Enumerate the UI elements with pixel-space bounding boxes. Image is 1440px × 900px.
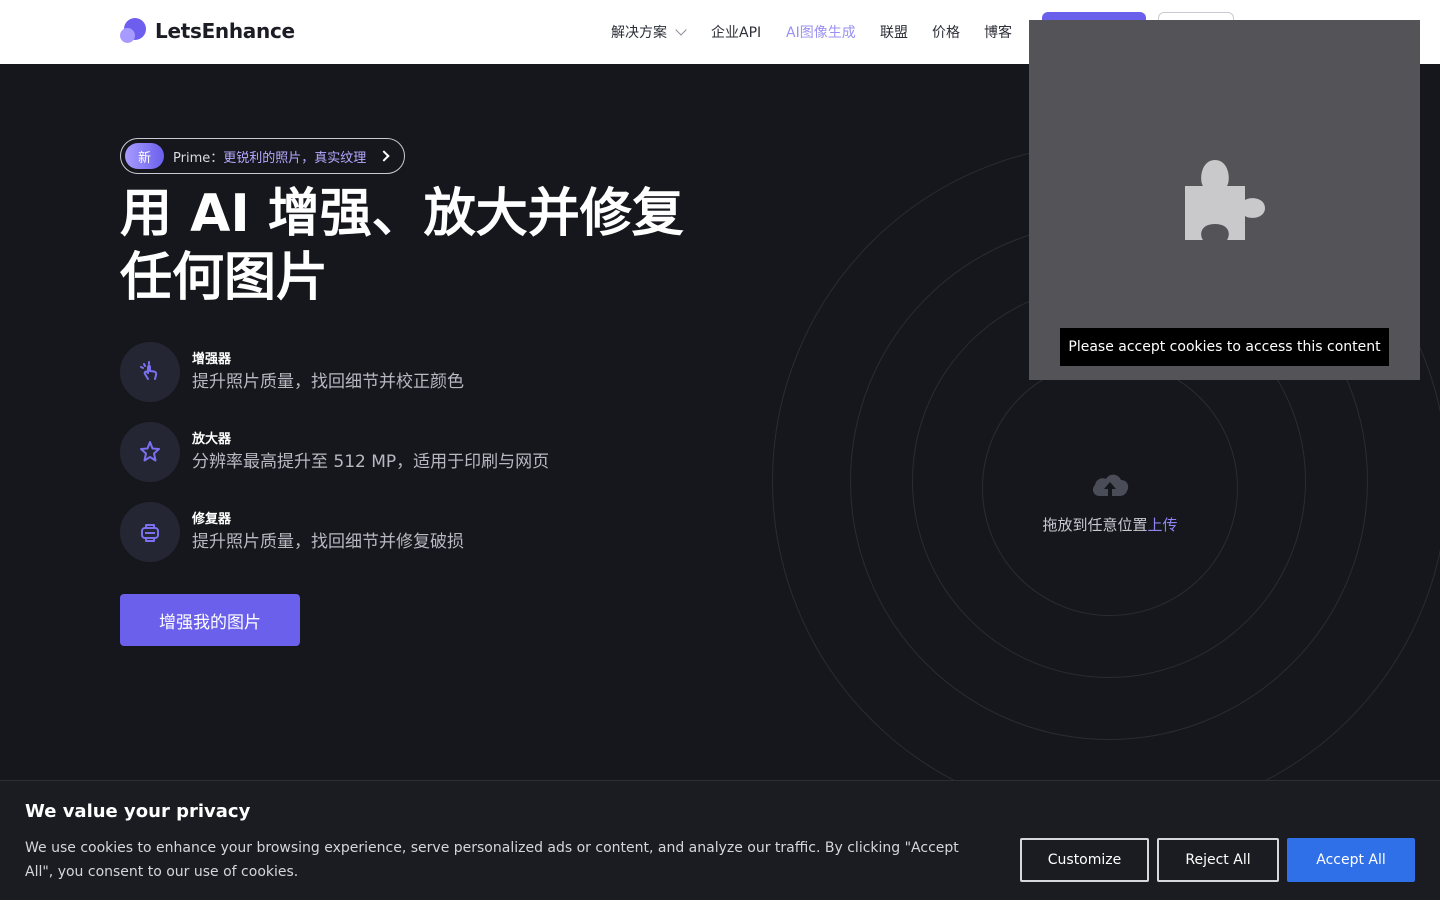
badge-prefix: Prime： — [173, 150, 224, 166]
hero-title-line2: 任何图片 — [120, 248, 329, 308]
feature-upscaler: 放大器 分辨率最高提升至 512 MP，适用于印刷与网页 — [120, 422, 720, 482]
feature-title: 放大器 — [192, 432, 232, 447]
feature-description: 分辨率最高提升至 512 MP，适用于印刷与网页 — [192, 452, 550, 472]
nav-item-affiliate[interactable]: 联盟 — [880, 22, 908, 42]
badge-message: 更锐利的照片，真实纹理 — [223, 150, 367, 166]
nav-item-ai-image-generation[interactable]: AI图像生成 — [786, 22, 856, 42]
feature-title: 修复器 — [192, 512, 232, 527]
accept-all-button[interactable]: Accept All — [1287, 838, 1415, 882]
privacy-title: We value your privacy — [25, 801, 251, 822]
upload-dropzone[interactable]: 拖放到任意位置上传 — [1010, 470, 1210, 535]
puzzle-icon — [1185, 160, 1265, 240]
tap-sparkle-icon — [120, 342, 180, 402]
new-pill: 新 — [125, 143, 164, 169]
prime-announcement-badge[interactable]: 新 Prime：更锐利的照片，真实纹理 — [120, 138, 405, 174]
feature-description: 提升照片质量，找回细节并校正颜色 — [192, 372, 464, 392]
logo-mark-icon — [120, 18, 146, 44]
feature-restorer: 修复器 提升照片质量，找回细节并修复破损 — [120, 502, 720, 562]
blocked-embed-placeholder: Please accept cookies to access this con… — [1029, 20, 1420, 380]
cookie-consent-banner: We value your privacy We use cookies to … — [0, 780, 1440, 900]
hero-title-line1: 用 AI 增强、放大并修复 — [120, 184, 684, 244]
upload-text: 拖放到任意位置上传 — [1010, 514, 1210, 535]
hero-title: 用 AI 增强、放大并修复 任何图片 — [120, 182, 740, 310]
customize-button[interactable]: Customize — [1020, 838, 1149, 882]
upload-hint: 拖放到任意位置 — [1042, 516, 1148, 534]
chevron-down-icon — [675, 24, 687, 36]
chevron-right-icon — [378, 150, 390, 162]
nav-item-pricing[interactable]: 价格 — [932, 22, 960, 42]
upload-link[interactable]: 上传 — [1148, 516, 1178, 534]
cloud-upload-icon — [1092, 474, 1129, 496]
repair-icon — [120, 502, 180, 562]
cookie-required-message: Please accept cookies to access this con… — [1060, 328, 1389, 366]
brand-logo[interactable]: LetsEnhance — [120, 18, 295, 44]
reject-all-button[interactable]: Reject All — [1157, 838, 1279, 882]
nav-item-solutions[interactable]: 解决方案 — [611, 22, 687, 42]
feature-enhancer: 增强器 提升照片质量，找回细节并校正颜色 — [120, 342, 720, 402]
privacy-description: We use cookies to enhance your browsing … — [25, 840, 959, 880]
nav-item-enterprise-api[interactable]: 企业API — [711, 22, 761, 42]
feature-title: 增强器 — [192, 352, 232, 367]
brand-name: LetsEnhance — [155, 19, 295, 43]
feature-description: 提升照片质量，找回细节并修复破损 — [192, 532, 464, 552]
badge-text: Prime：更锐利的照片，真实纹理 — [173, 147, 366, 166]
nav-label: 解决方案 — [611, 25, 667, 41]
enhance-my-image-button[interactable]: 增强我的图片 — [120, 594, 300, 646]
star-outline-icon — [120, 422, 180, 482]
nav-item-blog[interactable]: 博客 — [984, 22, 1012, 42]
